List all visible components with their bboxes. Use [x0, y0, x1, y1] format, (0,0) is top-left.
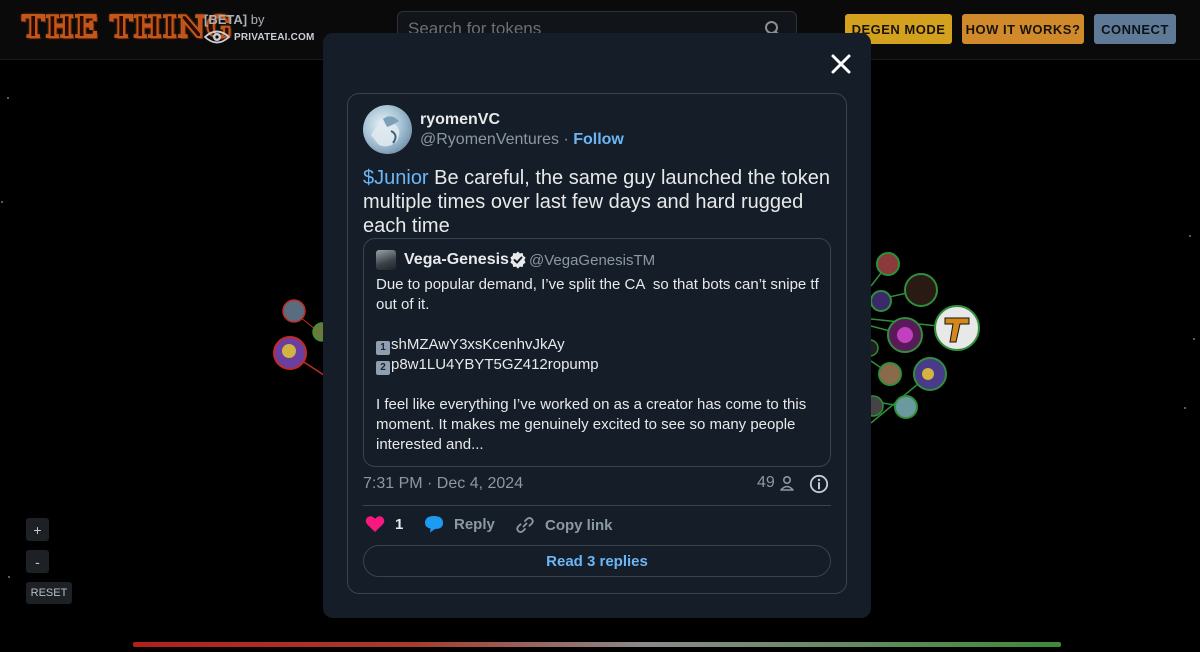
reply-button[interactable]: Reply: [424, 515, 495, 533]
avatar[interactable]: [363, 105, 412, 154]
sentiment-gradient-bar: [133, 642, 1061, 647]
quote-author-name: Vega-Genesis: [404, 251, 509, 268]
author-handle[interactable]: @RyomenVentures: [420, 131, 559, 148]
view-count: 49: [757, 474, 775, 491]
brand-name: PRIVATEAI.COM: [234, 31, 315, 43]
tweet-modal: ryomenVC @RyomenVentures · Follow $Junio…: [323, 33, 871, 618]
embedded-tweet: ryomenVC @RyomenVentures · Follow $Junio…: [347, 93, 847, 594]
by-label: by: [250, 12, 265, 27]
beta-tag: [BETA]: [204, 12, 248, 27]
privateai-brand[interactable]: PRIVATEAI.COM: [204, 29, 315, 45]
like-count: 1: [395, 515, 404, 533]
quoted-tweet[interactable]: Vega-Genesis @VegaGenesisTM Due to popul…: [363, 238, 831, 467]
quote-address-2: p8w1LU4YBYT5GZ412ropump: [391, 356, 599, 373]
reply-label: Reply: [454, 515, 495, 533]
person-icon: [780, 475, 794, 491]
author-name[interactable]: ryomenVC: [420, 111, 500, 129]
avatar-art: [371, 116, 400, 147]
eye-icon: [204, 30, 230, 44]
copy-link-label: Copy link: [545, 516, 613, 534]
zoom-in-button[interactable]: +: [26, 518, 49, 541]
quote-address-1: shMZAwY3xsKcenhvJkAy: [391, 336, 565, 353]
zoom-out-button[interactable]: -: [26, 550, 49, 573]
read-replies-button[interactable]: Read 3 replies: [363, 545, 831, 577]
connect-button[interactable]: CONNECT: [1094, 14, 1176, 44]
link-icon: [516, 517, 534, 533]
reset-button[interactable]: RESET: [26, 582, 72, 604]
app-logo[interactable]: THE THING: [21, 9, 233, 46]
tweet-body: Be careful, the same guy launched the to…: [363, 167, 830, 237]
tweet-divider: [363, 505, 831, 506]
like-button[interactable]: 1: [365, 515, 403, 533]
tweet-text: $Junior Be careful, the same guy launche…: [363, 166, 833, 238]
info-icon[interactable]: [809, 474, 829, 494]
quote-avatar: [376, 250, 396, 270]
keycap-1-icon: 1: [376, 341, 390, 355]
author-handle-line: @RyomenVentures · Follow: [420, 131, 624, 149]
how-it-works-button[interactable]: HOW IT WORKS?: [962, 14, 1084, 44]
keycap-2-icon: 2: [376, 361, 390, 375]
beta-label: [BETA] by: [204, 12, 264, 27]
follow-link[interactable]: Follow: [573, 131, 624, 148]
quote-para-1: Due to popular demand, I’ve split the CA…: [376, 276, 823, 313]
quote-para-2: I feel like everything I’ve worked on as…: [376, 396, 811, 453]
copy-link-button[interactable]: Copy link: [515, 515, 613, 535]
tweet-timestamp[interactable]: 7:31 PM · Dec 4, 2024: [363, 475, 523, 493]
cashtag-link[interactable]: $Junior: [363, 167, 429, 189]
close-icon[interactable]: [827, 50, 855, 78]
quote-text: Due to popular demand, I’ve split the CA…: [376, 275, 821, 455]
quote-author-handle: @VegaGenesisTM: [529, 252, 656, 269]
heart-icon: [365, 516, 385, 532]
verified-badge-icon: [510, 251, 526, 269]
separator-dot: ·: [563, 131, 569, 148]
reply-bubble-icon: [425, 516, 443, 533]
